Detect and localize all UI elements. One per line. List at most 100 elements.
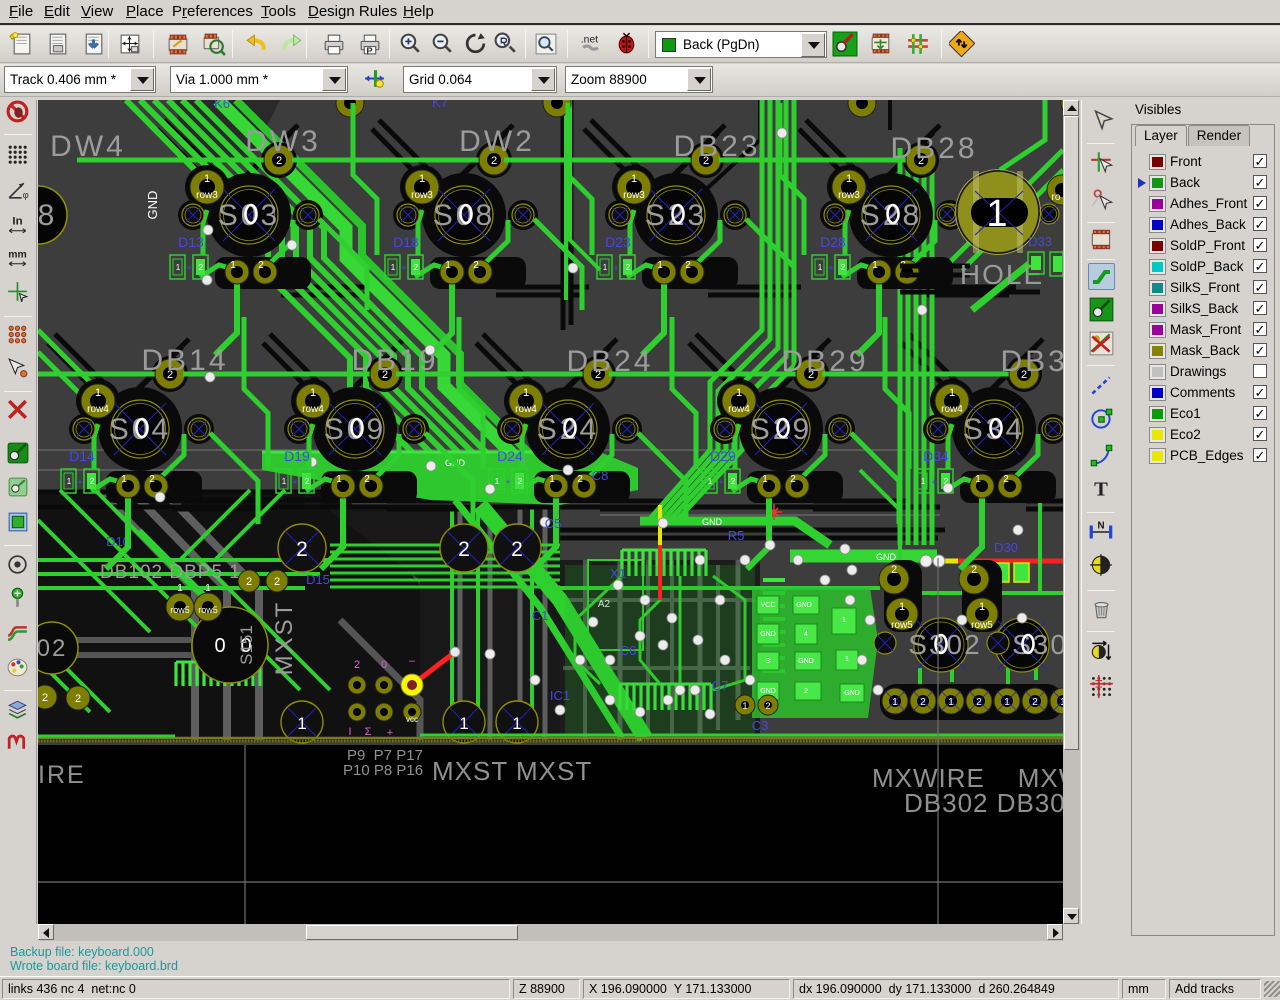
svg-text:D23: D23 bbox=[605, 234, 631, 250]
svg-text:+: + bbox=[401, 263, 406, 273]
svg-text:1: 1 bbox=[845, 656, 849, 663]
svg-text:2: 2 bbox=[90, 477, 95, 486]
svg-text:2: 2 bbox=[790, 474, 796, 485]
svg-text:C8: C8 bbox=[592, 468, 609, 483]
svg-text:S29: S29 bbox=[750, 413, 812, 446]
svg-text:2: 2 bbox=[804, 688, 808, 695]
svg-text:2: 2 bbox=[149, 474, 155, 485]
svg-text:2: 2 bbox=[305, 477, 310, 486]
svg-text:D29: D29 bbox=[710, 448, 736, 464]
svg-text:GND: GND bbox=[796, 602, 812, 609]
svg-text:2: 2 bbox=[841, 263, 846, 272]
svg-text:1: 1 bbox=[391, 263, 396, 272]
svg-text:DW2: DW2 bbox=[459, 125, 535, 158]
svg-text:row5: row5 bbox=[170, 605, 190, 615]
svg-text:D14: D14 bbox=[69, 448, 95, 464]
svg-text:D13: D13 bbox=[178, 234, 204, 250]
svg-text:1: 1 bbox=[445, 260, 451, 271]
svg-text:C7: C7 bbox=[712, 678, 729, 693]
svg-text:1: 1 bbox=[742, 701, 747, 711]
svg-text:2: 2 bbox=[354, 659, 360, 671]
svg-text:DB34: DB34 bbox=[1000, 345, 1063, 378]
svg-text:1: 1 bbox=[204, 173, 210, 185]
svg-text:row3: row3 bbox=[623, 190, 645, 201]
svg-text:row5: row5 bbox=[971, 620, 993, 631]
svg-text:2: 2 bbox=[458, 538, 470, 561]
svg-text:IC1: IC1 bbox=[550, 688, 570, 703]
svg-text:DB23: DB23 bbox=[673, 130, 760, 163]
svg-text:row4: row4 bbox=[515, 404, 537, 415]
svg-text:+: + bbox=[292, 477, 297, 487]
svg-text:4: 4 bbox=[804, 631, 808, 638]
svg-text:1: 1 bbox=[818, 263, 823, 272]
svg-text:02: 02 bbox=[38, 635, 67, 662]
svg-text:1: 1 bbox=[495, 477, 500, 486]
svg-text:1: 1 bbox=[297, 714, 306, 733]
svg-text:2: 2 bbox=[296, 538, 308, 561]
svg-text:2: 2 bbox=[891, 564, 897, 576]
svg-text:C3: C3 bbox=[752, 718, 769, 733]
svg-text:D34: D34 bbox=[923, 448, 949, 464]
svg-text:GND: GND bbox=[760, 688, 776, 695]
svg-text:1: 1 bbox=[948, 697, 954, 708]
svg-text:D18: D18 bbox=[393, 234, 419, 250]
svg-text:S24: S24 bbox=[537, 413, 599, 446]
svg-text:row4: row4 bbox=[728, 404, 750, 415]
svg-text:In: In bbox=[12, 215, 22, 227]
svg-text:2: 2 bbox=[258, 260, 264, 271]
svg-text:1: 1 bbox=[708, 477, 713, 486]
svg-text:2: 2 bbox=[1003, 474, 1009, 485]
svg-text:GND: GND bbox=[702, 517, 723, 527]
svg-text:1: 1 bbox=[310, 387, 316, 399]
svg-text:–: – bbox=[409, 655, 416, 667]
svg-text:1: 1 bbox=[975, 474, 981, 485]
svg-text:2: 2 bbox=[511, 538, 523, 561]
svg-text:DW3: DW3 bbox=[245, 125, 321, 158]
svg-text:GND: GND bbox=[844, 690, 860, 697]
svg-text:row4: row4 bbox=[302, 404, 324, 415]
svg-text:MXST: MXST bbox=[271, 601, 298, 676]
svg-text:+: + bbox=[931, 477, 936, 487]
svg-text:2: 2 bbox=[246, 576, 252, 588]
svg-text:.net: .net bbox=[581, 34, 598, 45]
svg-text:2: 2 bbox=[685, 260, 691, 271]
svg-text:+: + bbox=[613, 263, 618, 273]
svg-text:S30: S30 bbox=[1012, 629, 1063, 660]
svg-text:I: I bbox=[348, 726, 351, 738]
svg-text:1: 1 bbox=[846, 173, 852, 185]
svg-text:row3: row3 bbox=[196, 190, 218, 201]
svg-text:2: 2 bbox=[765, 701, 770, 711]
svg-text:IRE: IRE bbox=[38, 761, 86, 789]
svg-text:1: 1 bbox=[177, 583, 183, 594]
svg-text:1: 1 bbox=[892, 697, 898, 708]
svg-text:1: 1 bbox=[67, 477, 72, 486]
svg-text:S08: S08 bbox=[433, 199, 495, 232]
svg-text:DW4: DW4 bbox=[50, 130, 126, 163]
svg-text:2: 2 bbox=[577, 474, 583, 485]
svg-text:DB29: DB29 bbox=[781, 345, 868, 378]
svg-text:GND: GND bbox=[145, 191, 160, 220]
svg-text:DB28: DB28 bbox=[890, 132, 977, 165]
svg-text:D15: D15 bbox=[306, 572, 330, 587]
svg-text:R5: R5 bbox=[728, 528, 745, 543]
svg-text:C5: C5 bbox=[545, 516, 562, 531]
svg-text:3: 3 bbox=[766, 658, 770, 665]
svg-text:2: 2 bbox=[414, 263, 419, 272]
svg-text:Σ: Σ bbox=[365, 726, 372, 738]
svg-text:φ: φ bbox=[23, 190, 29, 200]
svg-text:+: + bbox=[828, 263, 833, 273]
svg-text:1: 1 bbox=[282, 477, 287, 486]
svg-text:+: + bbox=[77, 477, 82, 487]
svg-text:MXST MXST: MXST MXST bbox=[432, 756, 592, 786]
svg-text:DB14: DB14 bbox=[141, 344, 228, 377]
svg-text:1: 1 bbox=[176, 263, 181, 272]
svg-text:GND: GND bbox=[798, 658, 814, 665]
svg-text:1: 1 bbox=[523, 387, 529, 399]
svg-text:1: 1 bbox=[899, 601, 905, 613]
svg-text:1: 1 bbox=[631, 173, 637, 185]
svg-text:1: 1 bbox=[1004, 697, 1010, 708]
svg-text:ro: ro bbox=[1052, 192, 1061, 203]
svg-text:X1: X1 bbox=[610, 566, 626, 581]
svg-text:2: 2 bbox=[364, 474, 370, 485]
svg-text:row3: row3 bbox=[838, 190, 860, 201]
